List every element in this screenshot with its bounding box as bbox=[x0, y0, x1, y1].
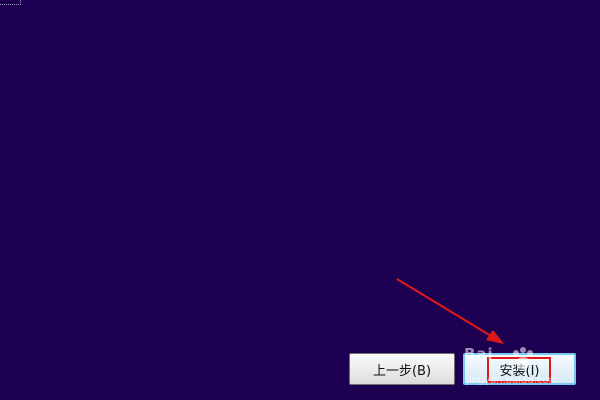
back-button[interactable]: 上一步(B) bbox=[349, 353, 455, 385]
install-button[interactable]: 安装(I) bbox=[463, 353, 576, 385]
annotation-arrow bbox=[396, 278, 504, 344]
corner-marker bbox=[0, 0, 21, 5]
arrow-shaft bbox=[396, 278, 497, 340]
setup-screen: 上一步(B) 安装(I) Bai jingyan.baidu.com bbox=[0, 0, 600, 400]
arrow-head bbox=[486, 330, 504, 344]
